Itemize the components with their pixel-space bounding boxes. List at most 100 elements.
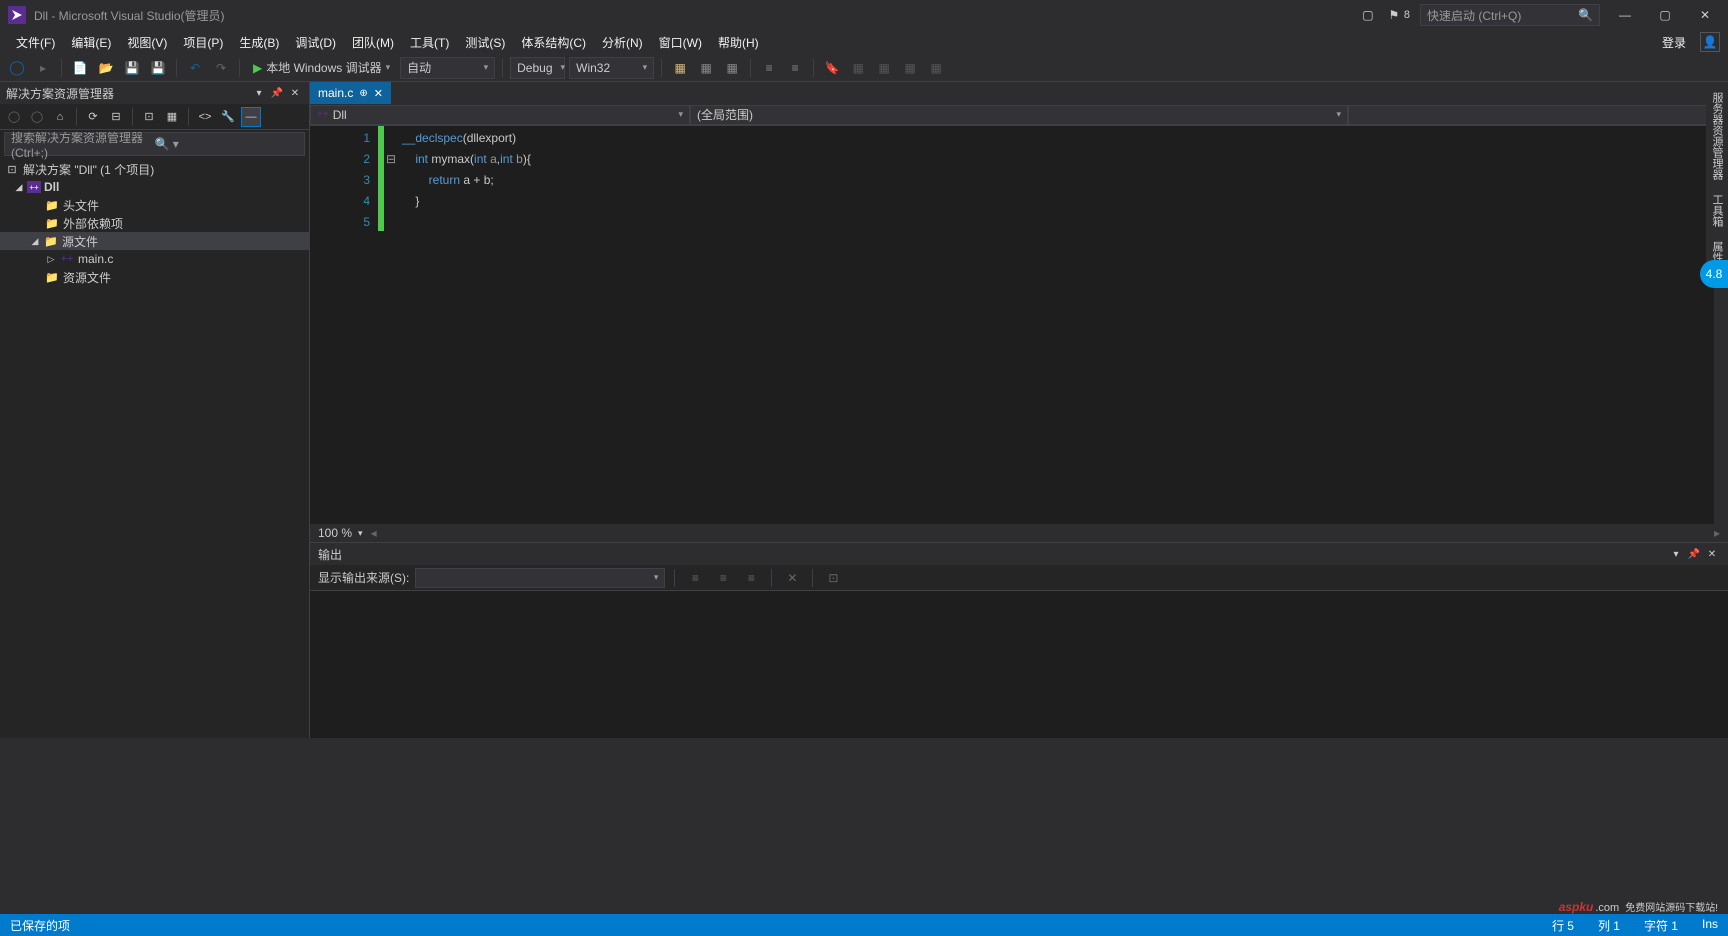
- out-btn-1[interactable]: ≡: [684, 568, 706, 588]
- rail-tab-server[interactable]: 服务器资源管理器: [1707, 86, 1727, 186]
- sb-back-button[interactable]: ◯: [4, 107, 24, 127]
- back-button[interactable]: ◯: [6, 57, 28, 79]
- panel-pin-button[interactable]: 📌: [269, 85, 285, 101]
- fold-column[interactable]: ⊟: [384, 126, 398, 524]
- tree-solution[interactable]: ⊡ 解决方案 "Dll" (1 个项目): [0, 160, 309, 178]
- out-btn-clear[interactable]: ✕: [781, 568, 803, 588]
- sb-code-button[interactable]: <>: [195, 107, 215, 127]
- zoom-level[interactable]: 100 %: [318, 526, 352, 540]
- chevron-down-icon: ▾: [678, 109, 683, 120]
- sb-home-button[interactable]: ⌂: [50, 107, 70, 127]
- panel-dropdown-button[interactable]: ▾: [251, 85, 267, 101]
- menu-build[interactable]: 生成(B): [231, 31, 287, 54]
- menu-project[interactable]: 项目(P): [175, 31, 231, 54]
- sb-sync-button[interactable]: ⊟: [106, 107, 126, 127]
- menu-file[interactable]: 文件(F): [8, 31, 63, 54]
- start-debugger-button[interactable]: ▶ 本地 Windows 调试器 ▾: [247, 57, 396, 79]
- rail-tab-toolbox[interactable]: 工具箱: [1707, 188, 1727, 233]
- tb-icon-1[interactable]: ▦: [669, 57, 691, 79]
- floating-badge[interactable]: 4.8: [1700, 260, 1728, 288]
- minimize-button[interactable]: ―: [1610, 5, 1640, 25]
- redo-button[interactable]: ↷: [210, 57, 232, 79]
- sb-preview-button[interactable]: —: [241, 107, 261, 127]
- config-combo[interactable]: 自动 ▾: [400, 57, 495, 79]
- maximize-button[interactable]: ▢: [1650, 5, 1680, 25]
- nav-member-combo[interactable]: ▾: [1348, 105, 1728, 125]
- sb-showall-button[interactable]: ▦: [162, 107, 182, 127]
- sb-collapse-button[interactable]: ⊡: [139, 107, 159, 127]
- bookmark-button[interactable]: 🔖: [821, 57, 843, 79]
- tree-folder-external[interactable]: 📁 外部依赖项: [0, 214, 309, 232]
- undo-button[interactable]: ↶: [184, 57, 206, 79]
- notification-icon[interactable]: ▢: [1360, 7, 1376, 23]
- save-button[interactable]: 💾: [121, 57, 143, 79]
- solution-search-input[interactable]: 搜索解决方案资源管理器(Ctrl+;) 🔍 ▾: [4, 132, 305, 156]
- login-link[interactable]: 登录: [1654, 31, 1694, 54]
- output-title: 输出: [318, 546, 1668, 563]
- menu-window[interactable]: 窗口(W): [651, 31, 710, 54]
- tree-folder-headers[interactable]: 📁 头文件: [0, 196, 309, 214]
- sb-properties-button[interactable]: 🔧: [218, 107, 238, 127]
- expand-icon[interactable]: ▷: [46, 254, 56, 265]
- output-source-combo[interactable]: ▾: [415, 568, 665, 588]
- menu-test[interactable]: 测试(S): [457, 31, 513, 54]
- expand-icon[interactable]: ◢: [14, 182, 24, 193]
- tree-file-main[interactable]: ▷ ++ main.c: [0, 250, 309, 268]
- panel-pin-button[interactable]: 📌: [1686, 546, 1702, 562]
- forward-button[interactable]: ▸: [32, 57, 54, 79]
- platform-combo[interactable]: Win32 ▾: [569, 57, 654, 79]
- tree-folder-resources[interactable]: 📁 资源文件: [0, 268, 309, 286]
- flag-group[interactable]: ⚑ 8: [1386, 7, 1410, 23]
- solution-icon: ⊡: [4, 162, 20, 176]
- menu-tools[interactable]: 工具(T): [402, 31, 457, 54]
- new-file-button[interactable]: 📄: [69, 57, 91, 79]
- nav-scope-combo[interactable]: (全局范围) ▾: [690, 105, 1348, 125]
- scroll-right-icon[interactable]: ▸: [1714, 526, 1720, 540]
- tree-folder-sources[interactable]: ◢ 📁 源文件: [0, 232, 309, 250]
- indent-button[interactable]: ≡: [758, 57, 780, 79]
- menu-debug[interactable]: 调试(D): [287, 31, 344, 54]
- pin-icon[interactable]: ⊕: [359, 88, 367, 99]
- nav-project-combo[interactable]: ++ Dll ▾: [310, 105, 690, 125]
- separator: [661, 59, 662, 77]
- panel-close-button[interactable]: ✕: [287, 85, 303, 101]
- open-button[interactable]: 📂: [95, 57, 117, 79]
- quick-launch-input[interactable]: 快速启动 (Ctrl+Q) 🔍: [1420, 4, 1600, 26]
- title-bar-right: ▢ ⚑ 8 快速启动 (Ctrl+Q) 🔍 ― ▢ ✕: [1360, 4, 1720, 26]
- tb-icon-2[interactable]: ▦: [695, 57, 717, 79]
- sb-refresh-button[interactable]: ⟳: [83, 107, 103, 127]
- chevron-down-icon[interactable]: ▾: [358, 528, 363, 539]
- tb-icon-3[interactable]: ▦: [721, 57, 743, 79]
- panel-close-button[interactable]: ✕: [1704, 546, 1720, 562]
- solution-config-combo[interactable]: Debug ▾: [510, 57, 565, 79]
- outdent-button[interactable]: ≡: [784, 57, 806, 79]
- output-body[interactable]: [310, 591, 1728, 738]
- avatar-icon[interactable]: 👤: [1700, 32, 1720, 52]
- menu-architecture[interactable]: 体系结构(C): [513, 31, 594, 54]
- tab-close-button[interactable]: ✕: [374, 87, 383, 100]
- scroll-left-icon[interactable]: ◂: [371, 526, 377, 540]
- out-btn-3[interactable]: ≡: [740, 568, 762, 588]
- tb-icon-5[interactable]: ▦: [873, 57, 895, 79]
- tb-icon-7[interactable]: ▦: [925, 57, 947, 79]
- search-placeholder: 搜索解决方案资源管理器(Ctrl+;): [11, 129, 155, 160]
- panel-dropdown-button[interactable]: ▾: [1668, 546, 1684, 562]
- menu-view[interactable]: 视图(V): [119, 31, 175, 54]
- expand-icon[interactable]: ◢: [30, 236, 40, 247]
- tree-project[interactable]: ◢ ++ Dll: [0, 178, 309, 196]
- out-btn-2[interactable]: ≡: [712, 568, 734, 588]
- save-all-button[interactable]: 💾: [147, 57, 169, 79]
- out-btn-wrap[interactable]: ⊡: [822, 568, 844, 588]
- code-content[interactable]: __declspec(dllexport) int mymax(int a,in…: [398, 126, 1728, 524]
- menu-edit[interactable]: 编辑(E): [63, 31, 119, 54]
- menu-team[interactable]: 团队(M): [344, 31, 402, 54]
- close-button[interactable]: ✕: [1690, 5, 1720, 25]
- menu-analyze[interactable]: 分析(N): [594, 31, 651, 54]
- tb-icon-6[interactable]: ▦: [899, 57, 921, 79]
- menu-help[interactable]: 帮助(H): [710, 31, 767, 54]
- tab-main-c[interactable]: main.c ⊕ ✕: [310, 82, 391, 104]
- solution-explorer-header: 解决方案资源管理器 ▾ 📌 ✕: [0, 82, 309, 104]
- tb-icon-4[interactable]: ▦: [847, 57, 869, 79]
- sb-forward-button[interactable]: ◯: [27, 107, 47, 127]
- code-editor[interactable]: 12345 ⊟ __declspec(dllexport) int mymax(…: [310, 126, 1728, 524]
